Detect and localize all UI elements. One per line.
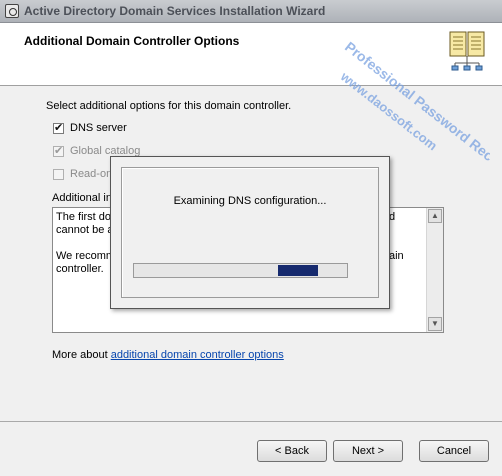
scroll-down-icon[interactable]: ▼ [428, 317, 442, 331]
back-button[interactable]: < Back [257, 440, 327, 462]
info-fragment: ain [389, 250, 404, 262]
dns-server-label: DNS server [70, 122, 127, 134]
title-bar: Active Directory Domain Services Install… [0, 0, 502, 23]
info-scrollbar[interactable]: ▲ ▼ [426, 208, 443, 332]
read-only-checkbox[interactable] [53, 169, 64, 180]
more-options-link[interactable]: additional domain controller options [111, 349, 284, 361]
window-title: Active Directory Domain Services Install… [24, 4, 326, 18]
more-about-text: More about additional domain controller … [52, 349, 284, 361]
additional-info-label: Additional inf [52, 192, 115, 204]
progress-bar-fill [278, 265, 318, 276]
progress-bar [133, 263, 348, 278]
instructions-text: Select additional options for this domai… [46, 100, 292, 112]
app-icon [5, 4, 19, 18]
read-only-label: Read-on [70, 168, 113, 180]
page-title: Additional Domain Controller Options [24, 34, 240, 48]
progress-dialog-frame: Examining DNS configuration... [121, 167, 379, 298]
progress-dialog: Examining DNS configuration... [110, 156, 390, 309]
wizard-header: Additional Domain Controller Options [0, 23, 502, 86]
global-catalog-checkbox[interactable] [53, 144, 64, 157]
more-about-prefix: More about [52, 349, 111, 361]
directory-book-icon [449, 31, 485, 71]
cancel-button[interactable]: Cancel [419, 440, 489, 462]
scroll-up-icon[interactable]: ▲ [428, 209, 442, 223]
dns-server-checkbox[interactable] [53, 121, 64, 134]
next-button[interactable]: Next > [333, 440, 403, 462]
progress-message: Examining DNS configuration... [173, 195, 327, 207]
